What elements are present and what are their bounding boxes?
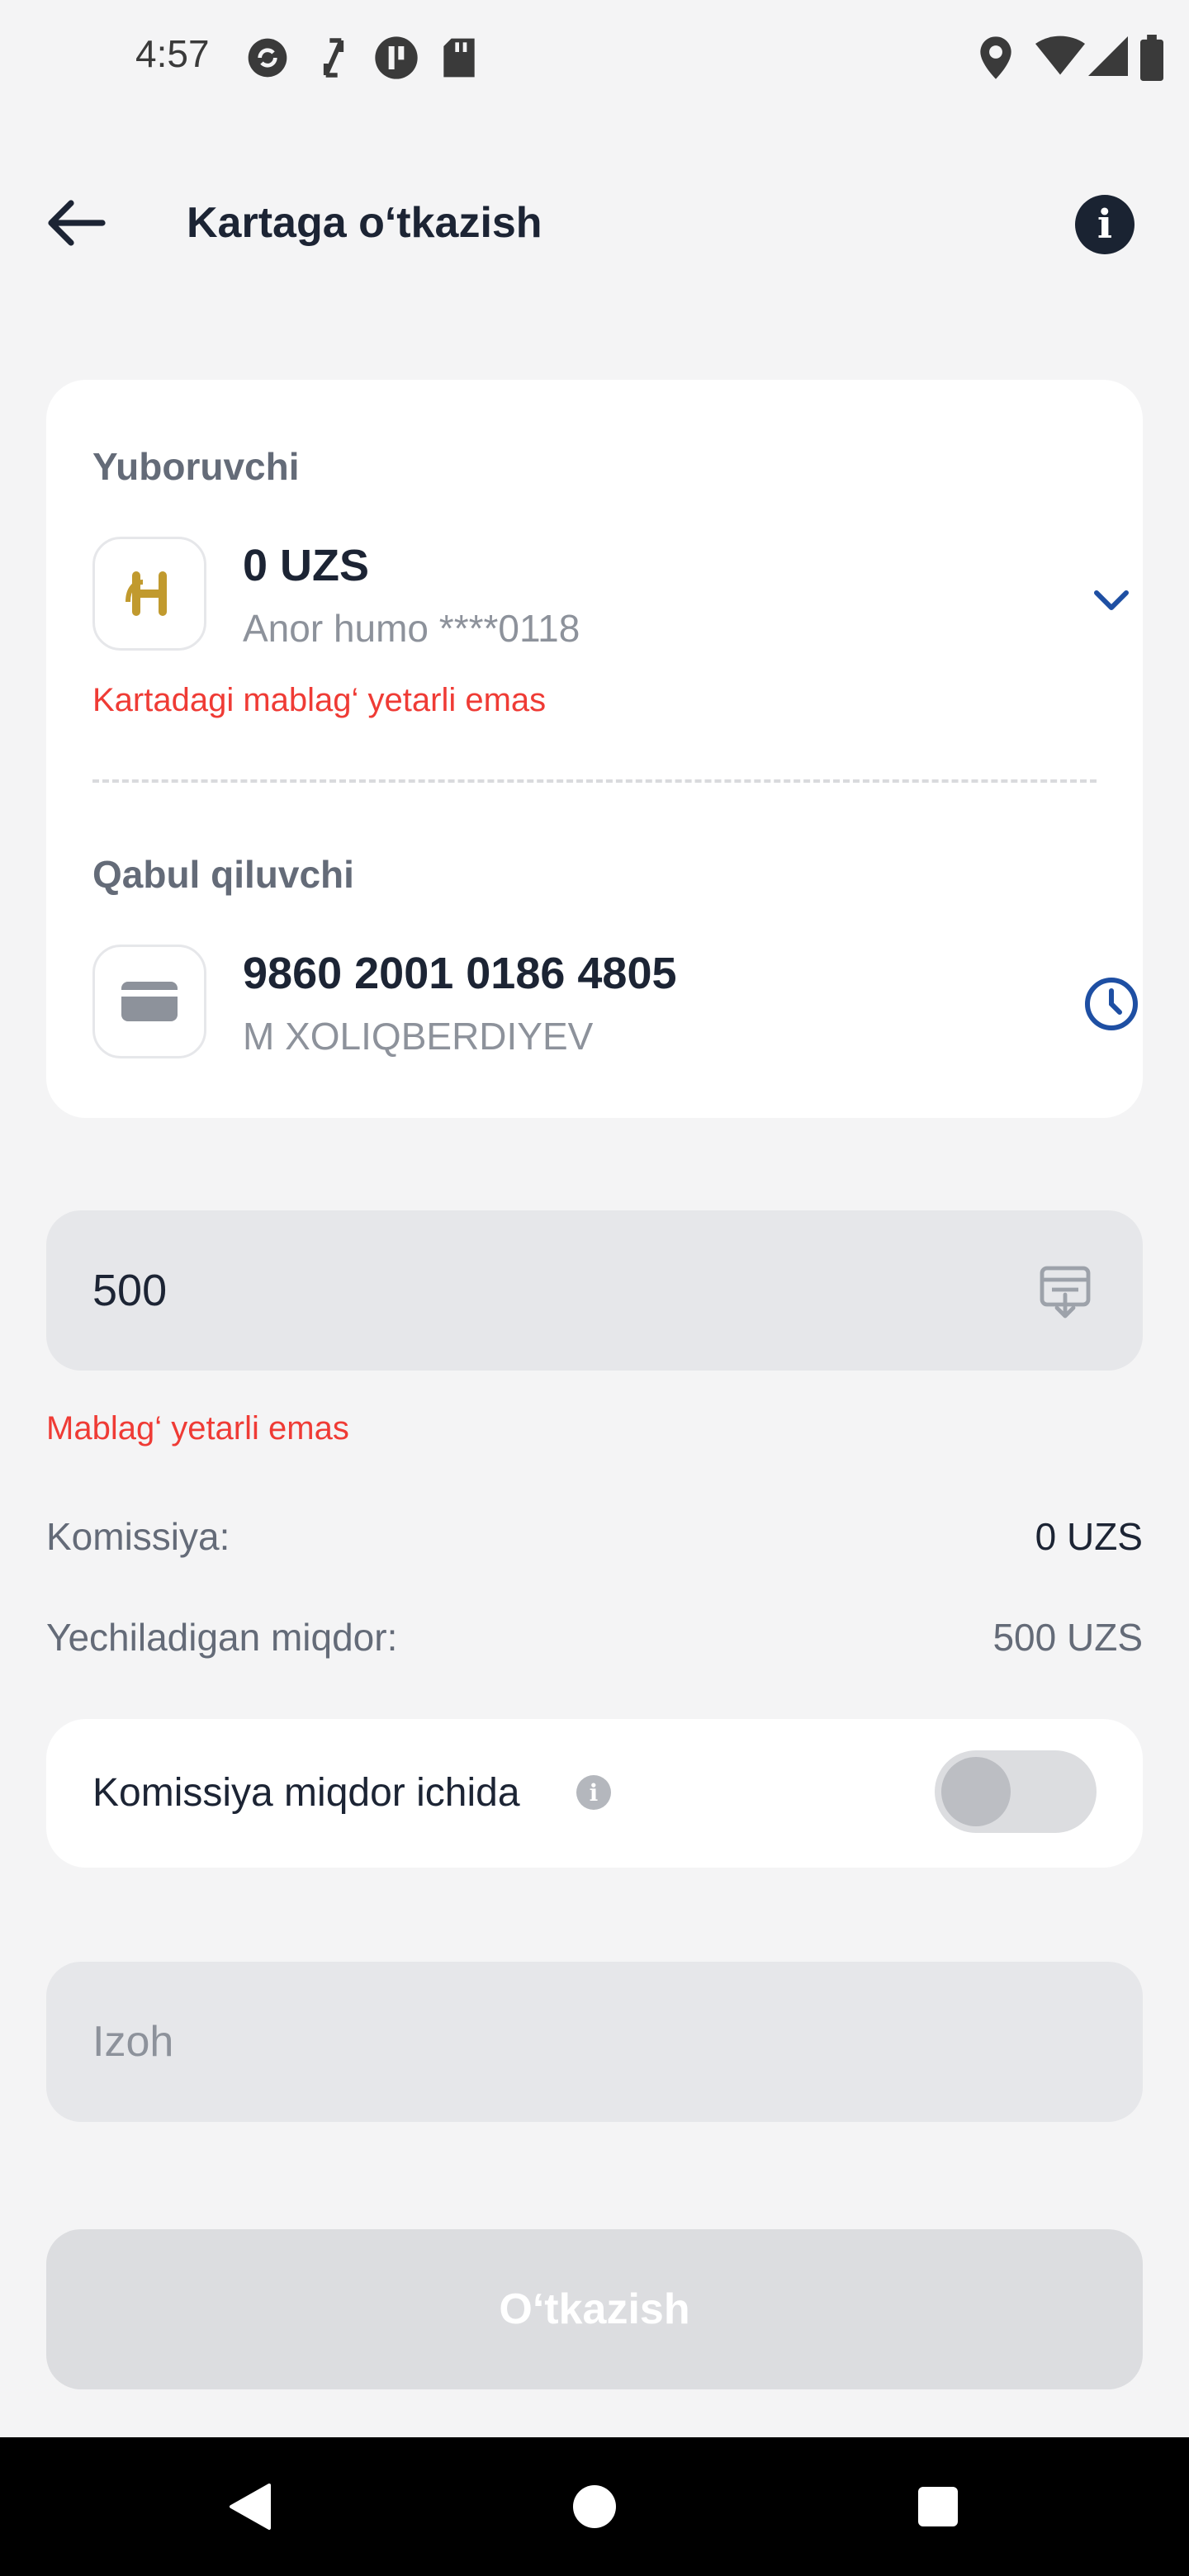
- credit-card-icon: [121, 982, 178, 1021]
- commission-toggle-label: Komissiya miqdor ichida: [92, 1771, 520, 1815]
- sender-card-logo[interactable]: [92, 537, 206, 651]
- location-icon: [980, 36, 1011, 79]
- divider: [92, 779, 1097, 783]
- cellular-signal-icon: [1088, 36, 1128, 76]
- commission-label: Komissiya:: [46, 1515, 230, 1558]
- nav-back-button[interactable]: [216, 2474, 282, 2540]
- sd-card-icon: [443, 38, 475, 78]
- wifi-icon: [1035, 36, 1085, 75]
- withdraw-label: Yechiladigan miqdor:: [46, 1616, 398, 1659]
- transfer-card: Yuboruvchi 0 UZS Anor humo ****0118 Kart…: [46, 380, 1143, 1118]
- sender-dropdown-button[interactable]: [1088, 576, 1135, 627]
- nav-recents-button[interactable]: [905, 2474, 971, 2540]
- info-icon: i: [1097, 201, 1113, 248]
- receiver-card-number: 9860 2001 0186 4805: [243, 949, 677, 998]
- chevron-down-icon: [1094, 590, 1129, 610]
- battery-icon: [1140, 35, 1163, 81]
- nav-home-button[interactable]: [561, 2474, 628, 2540]
- receipt-download-icon[interactable]: [1039, 1265, 1092, 1321]
- withdraw-value: 500 UZS: [992, 1616, 1143, 1659]
- square-recents-icon: [918, 2487, 958, 2526]
- status-bar: 4:57: [0, 0, 1189, 116]
- arrow-left-icon: [48, 200, 106, 246]
- sender-card-number: Anor humo ****0118: [243, 607, 580, 650]
- amount-value[interactable]: 500: [92, 1265, 167, 1316]
- comment-input[interactable]: [92, 1962, 1083, 2122]
- app-bar: Kartaga o‘tkazish i: [0, 165, 1189, 281]
- transfer-button[interactable]: O‘tkazish: [46, 2229, 1143, 2389]
- history-button[interactable]: [1083, 976, 1139, 1036]
- info-button[interactable]: i: [1075, 195, 1135, 254]
- triangle-back-icon: [230, 2484, 271, 2530]
- expand-icon: [323, 38, 344, 78]
- system-navigation-bar: [0, 2437, 1189, 2576]
- info-icon[interactable]: i: [576, 1775, 611, 1810]
- commission-toggle-switch[interactable]: [935, 1750, 1097, 1833]
- commission-value: 0 UZS: [1035, 1515, 1143, 1558]
- humo-logo-icon: [126, 571, 167, 616]
- back-button[interactable]: [43, 190, 109, 256]
- commission-toggle-card: Komissiya miqdor ichida i: [46, 1719, 1143, 1868]
- comment-field[interactable]: [46, 1962, 1143, 2122]
- sender-error: Kartadagi mablag‘ yetarli emas: [92, 682, 547, 718]
- sender-balance: 0 UZS: [243, 541, 370, 590]
- amount-error: Mablag‘ yetarli emas: [46, 1410, 349, 1447]
- toggle-knob: [941, 1757, 1011, 1826]
- clock-icon: [1085, 978, 1138, 1030]
- page-title: Kartaga o‘tkazish: [187, 199, 542, 247]
- sync-icon: [248, 38, 287, 78]
- status-time: 4:57: [135, 32, 210, 75]
- receiver-card-logo: [92, 945, 206, 1058]
- receiver-label: Qabul qiluvchi: [92, 853, 354, 896]
- amount-field[interactable]: 500: [46, 1210, 1143, 1371]
- app-notification-icon: [375, 36, 418, 79]
- circle-home-icon: [573, 2485, 616, 2528]
- sender-label: Yuboruvchi: [92, 445, 300, 488]
- receiver-name: M XOLIQBERDIYEV: [243, 1015, 594, 1058]
